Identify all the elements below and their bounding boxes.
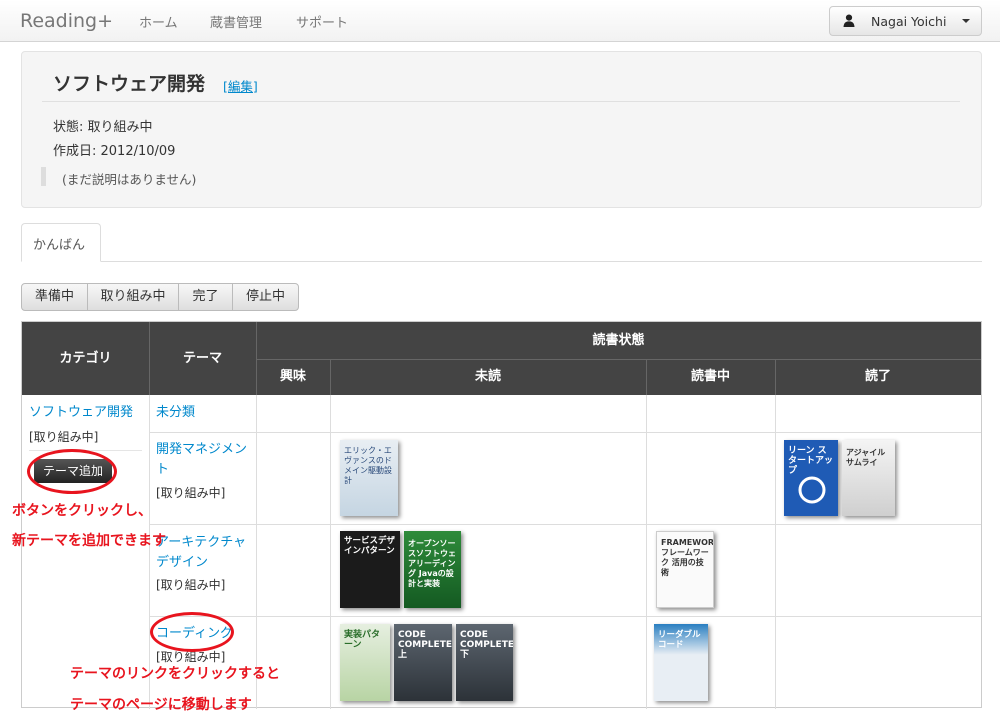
chevron-down-icon	[962, 19, 970, 23]
blockquote-bar	[41, 167, 46, 186]
category-status: [取り組み中]	[29, 430, 99, 444]
header-divider	[775, 359, 776, 395]
user-name: Nagai Yoichi	[871, 14, 947, 29]
project-status: 状態: 取り組み中	[53, 120, 153, 135]
kanban-table: カテゴリ テーマ 読書状態 興味 未読 読書中 読了 ソフトウェア開発 [取り組…	[21, 321, 982, 709]
tab-kanban[interactable]: かんばん	[21, 223, 101, 262]
book-cover[interactable]: 実装パターン	[340, 624, 390, 701]
tab-divider	[21, 261, 982, 262]
book-cover[interactable]: エリック・エヴァンスのドメイン駆動設計	[340, 440, 398, 516]
theme-status: [取り組み中]	[156, 486, 226, 500]
brand-logo[interactable]: Reading+	[20, 10, 113, 32]
project-info-panel: ソフトウェア開発 [編集] 状態: 取り組み中 作成日: 2012/10/09 …	[21, 51, 982, 208]
header-category: カテゴリ	[22, 322, 149, 395]
theme-link-architecture[interactable]: アーキテクチャデザイン	[156, 533, 252, 573]
header-divider	[330, 359, 331, 395]
book-cover[interactable]: オープンソースソフトウェアリーディング Javaの設計と実装	[404, 531, 461, 608]
book-cover[interactable]: サービスデザインパターン	[340, 531, 400, 608]
project-title: ソフトウェア開発	[53, 73, 206, 95]
nav-support[interactable]: サポート	[296, 12, 348, 31]
user-menu-button[interactable]: Nagai Yoichi	[829, 6, 982, 36]
header-done: 読了	[775, 359, 981, 395]
header-theme: テーマ	[149, 322, 256, 395]
annotation-text: 新テーマを追加できます	[12, 533, 166, 549]
nav-library[interactable]: 蔵書管理	[210, 12, 262, 31]
annotation-text: テーマのリンクをクリックすると	[70, 666, 280, 682]
book-cover[interactable]: CODE COMPLETE 下	[456, 624, 513, 701]
grid-line	[775, 395, 776, 709]
grid-line	[330, 395, 331, 709]
header-divider	[646, 359, 647, 395]
user-icon	[843, 14, 855, 30]
header-interest: 興味	[256, 359, 330, 395]
grid-line	[256, 395, 257, 709]
theme-status: [取り組み中]	[156, 578, 226, 592]
tab-kanban-label: かんばん	[33, 238, 86, 253]
header-divider	[256, 359, 981, 360]
project-description: (まだ説明はありません)	[62, 172, 197, 187]
grid-line	[149, 432, 981, 433]
filter-done-button[interactable]: 完了	[178, 283, 233, 311]
header-reading-status: 読書状態	[256, 322, 981, 359]
edit-project-link[interactable]: [編集]	[223, 76, 258, 95]
header-unread: 未読	[330, 359, 646, 395]
header-divider	[149, 322, 150, 395]
nav-home[interactable]: ホーム	[139, 12, 178, 31]
book-cover[interactable]: CODE COMPLETE 上	[394, 624, 452, 701]
theme-link-uncategorized[interactable]: 未分類	[156, 403, 195, 423]
filter-in-progress-button[interactable]: 取り組み中	[87, 283, 179, 311]
filter-preparing-button[interactable]: 準備中	[21, 283, 88, 311]
header-reading: 読書中	[646, 359, 775, 395]
book-cover[interactable]: リーダブルコード	[654, 624, 708, 701]
grid-line	[149, 616, 981, 617]
grid-line	[149, 524, 981, 525]
divider	[42, 101, 960, 102]
project-created-date: 作成日: 2012/10/09	[53, 144, 176, 159]
category-link[interactable]: ソフトウェア開発	[29, 403, 133, 423]
annotation-text: テーマのページに移動します	[70, 697, 252, 713]
grid-line	[646, 395, 647, 709]
book-cover[interactable]: FRAMEWORK フレームワーク 活用の技術	[656, 531, 714, 608]
filter-stopped-button[interactable]: 停止中	[232, 283, 299, 311]
book-cover[interactable]: アジャイルサムライ	[842, 440, 895, 516]
top-navbar: Reading+ ホーム 蔵書管理 サポート Nagai Yoichi	[0, 0, 1000, 42]
annotation-ellipse	[27, 449, 117, 494]
theme-link-management[interactable]: 開発マネジメント	[156, 440, 252, 480]
book-cover[interactable]: リーン スタートアップ	[784, 440, 838, 516]
annotation-ellipse	[150, 612, 234, 652]
annotation-text: ボタンをクリックし、	[12, 503, 152, 519]
grid-line	[149, 395, 150, 709]
